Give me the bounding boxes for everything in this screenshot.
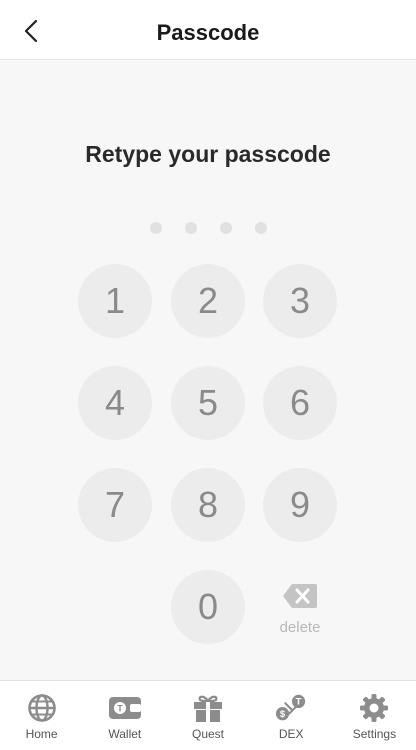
key-6[interactable]: 6 (263, 366, 337, 440)
delete-label: delete (279, 618, 321, 636)
tab-dex[interactable]: T $ DEX (250, 681, 333, 750)
key-4[interactable]: 4 (78, 366, 152, 440)
tab-dex-label: DEX (278, 727, 304, 741)
tab-wallet-label: Wallet (108, 727, 142, 741)
svg-text:T: T (117, 704, 123, 714)
key-8[interactable]: 8 (171, 468, 245, 542)
key-1[interactable]: 1 (78, 264, 152, 338)
tab-quest[interactable]: Quest (166, 681, 249, 750)
tab-settings-label: Settings (352, 727, 397, 741)
bottom-tab-bar: Home T Wallet Quest T $ DEX Settings (0, 680, 416, 750)
key-5[interactable]: 5 (171, 366, 245, 440)
page-title: Passcode (156, 20, 260, 45)
globe-icon (25, 693, 59, 723)
exchange-icon: T $ (274, 693, 308, 723)
tab-home-label: Home (25, 727, 58, 741)
delete-button[interactable]: delete (263, 572, 337, 646)
backspace-icon (283, 583, 317, 608)
header-bar: Passcode (0, 0, 416, 60)
passcode-dot (219, 222, 232, 234)
key-7[interactable]: 7 (78, 468, 152, 542)
svg-text:$: $ (280, 709, 286, 720)
wallet-icon: T (108, 693, 142, 723)
key-2[interactable]: 2 (171, 264, 245, 338)
tab-settings[interactable]: Settings (333, 681, 416, 750)
svg-text:T: T (296, 697, 302, 708)
key-9[interactable]: 9 (263, 468, 337, 542)
passcode-dot (149, 222, 162, 234)
tab-wallet[interactable]: T Wallet (83, 681, 166, 750)
passcode-dots (0, 222, 416, 234)
tab-quest-label: Quest (192, 727, 225, 741)
passcode-dot (184, 222, 197, 234)
passcode-dot (254, 222, 267, 234)
key-3[interactable]: 3 (263, 264, 337, 338)
tab-home[interactable]: Home (0, 681, 83, 750)
key-0[interactable]: 0 (171, 570, 245, 644)
gift-icon (191, 693, 225, 723)
gear-icon (357, 693, 391, 723)
passcode-prompt: Retype your passcode (85, 141, 331, 167)
